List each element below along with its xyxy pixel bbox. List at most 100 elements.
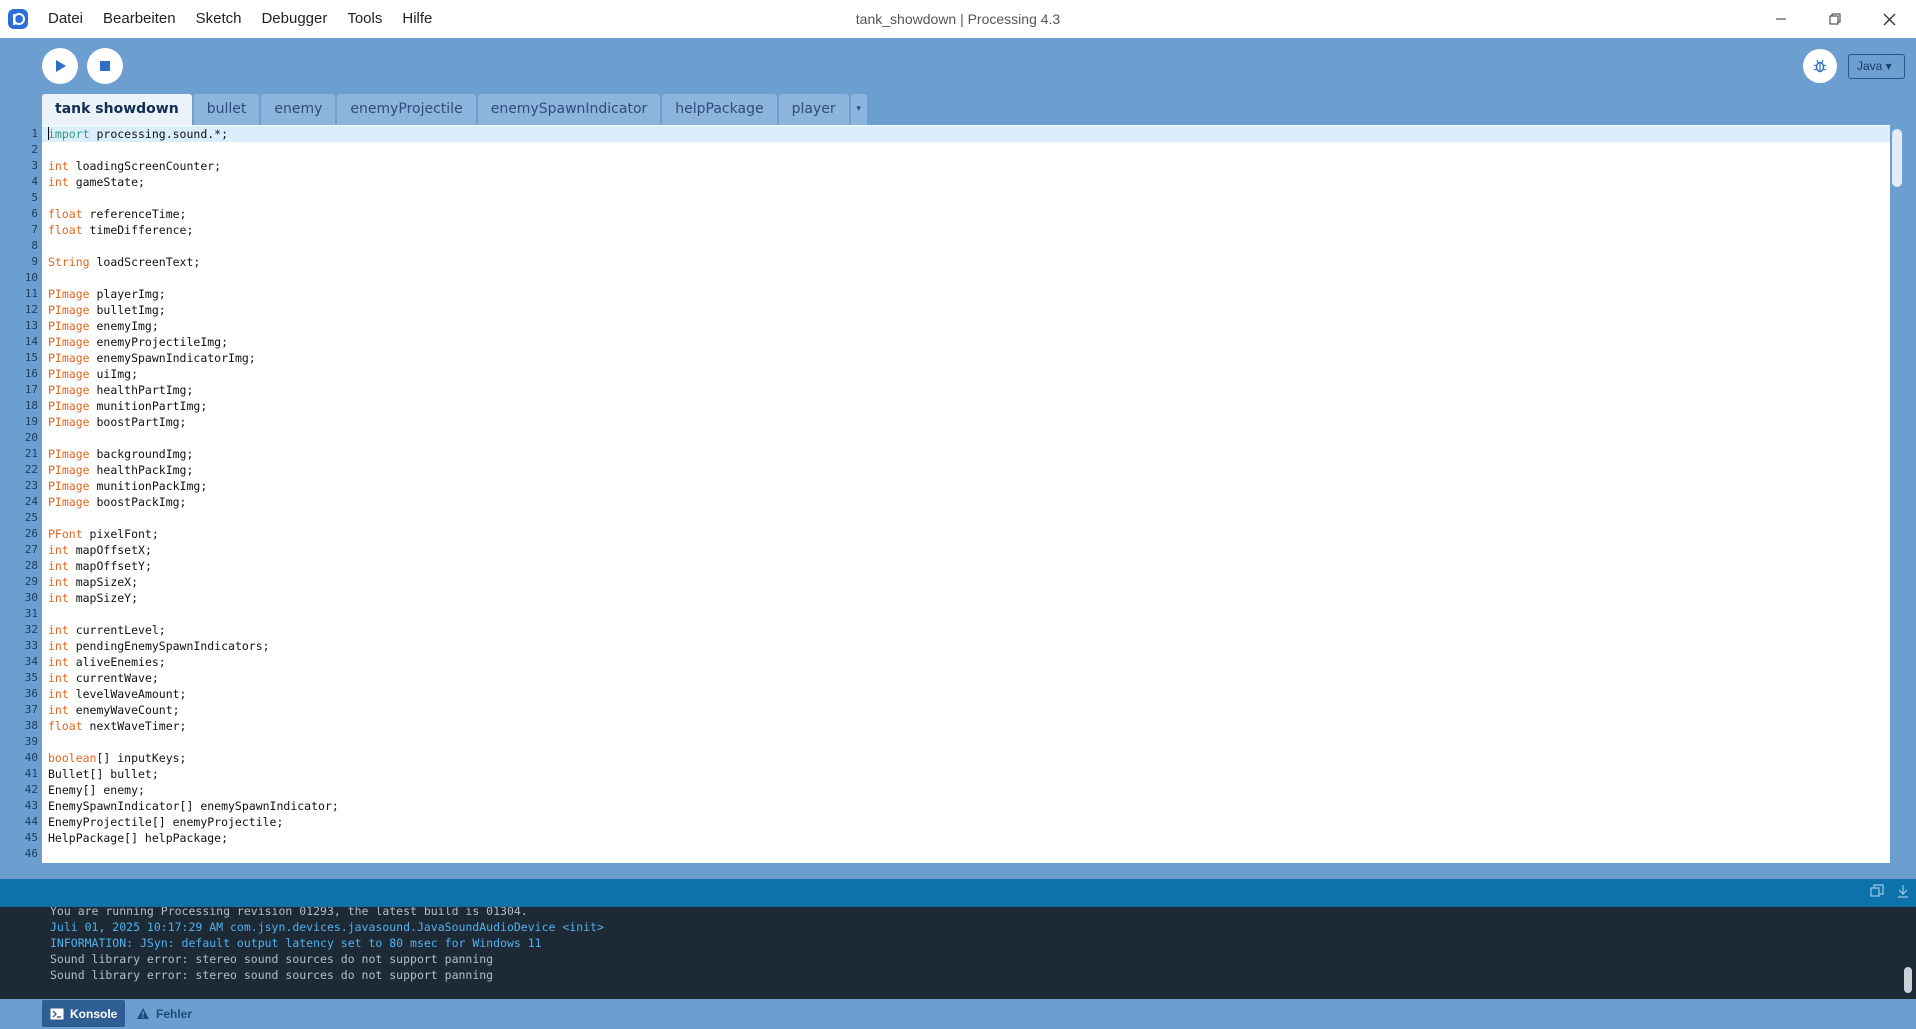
menu-debugger[interactable]: Debugger bbox=[251, 0, 337, 38]
menu-hilfe[interactable]: Hilfe bbox=[392, 0, 442, 38]
restore-button[interactable] bbox=[1808, 0, 1862, 38]
code-token: currentLevel; bbox=[68, 623, 166, 637]
code-line[interactable]: PImage munitionPackImg; bbox=[48, 478, 1890, 494]
code-line[interactable] bbox=[48, 734, 1890, 750]
stop-button[interactable] bbox=[87, 48, 123, 84]
minimize-button[interactable] bbox=[1754, 0, 1808, 38]
code-line[interactable]: int levelWaveAmount; bbox=[48, 686, 1890, 702]
keyword-token: int bbox=[48, 575, 69, 589]
tab-enemy-projectile[interactable]: enemyProjectile bbox=[337, 94, 476, 125]
console-line: Sound library error: stereo sound source… bbox=[50, 968, 494, 982]
code-token: enemySpawnIndicatorImg; bbox=[89, 351, 256, 365]
close-button[interactable] bbox=[1862, 0, 1916, 38]
code-line[interactable] bbox=[48, 270, 1890, 286]
code-line[interactable]: int currentLevel; bbox=[48, 622, 1890, 638]
debugger-button[interactable] bbox=[1803, 49, 1837, 83]
menu-sketch[interactable]: Sketch bbox=[186, 0, 252, 38]
console-scrollbar-thumb[interactable] bbox=[1904, 967, 1912, 993]
keyword-token: PImage bbox=[48, 303, 90, 317]
code-line[interactable]: int loadingScreenCounter; bbox=[48, 158, 1890, 174]
code-line[interactable]: import processing.sound.*; bbox=[42, 126, 1890, 142]
code-line[interactable]: int currentWave; bbox=[48, 670, 1890, 686]
code-line[interactable]: int mapOffsetX; bbox=[48, 542, 1890, 558]
code-line[interactable]: int gameState; bbox=[48, 174, 1890, 190]
code-line[interactable]: PImage enemyProjectileImg; bbox=[48, 334, 1890, 350]
code-line[interactable] bbox=[48, 190, 1890, 206]
code-line[interactable]: PImage playerImg; bbox=[48, 286, 1890, 302]
console-header bbox=[0, 879, 1916, 907]
code-line[interactable]: PImage enemyImg; bbox=[48, 318, 1890, 334]
code-token: mapOffsetX; bbox=[68, 543, 152, 557]
code-token: levelWaveAmount; bbox=[68, 687, 187, 701]
tab-errors[interactable]: Fehler bbox=[128, 1000, 200, 1027]
code-line[interactable]: HelpPackage[] helpPackage; bbox=[48, 830, 1890, 846]
tab-enemy[interactable]: enemy bbox=[261, 94, 336, 125]
code-token: loadScreenText; bbox=[89, 255, 201, 269]
tab-console[interactable]: Konsole bbox=[42, 1000, 126, 1027]
code-line[interactable] bbox=[48, 510, 1890, 526]
code-line[interactable]: int pendingEnemySpawnIndicators; bbox=[48, 638, 1890, 654]
code-line[interactable]: PImage munitionPartImg; bbox=[48, 398, 1890, 414]
line-number: 6 bbox=[31, 207, 38, 220]
mode-selector[interactable]: Java ▾ bbox=[1848, 54, 1905, 79]
keyword-token: PImage bbox=[48, 383, 90, 397]
tab-help-package[interactable]: helpPackage bbox=[662, 94, 777, 125]
code-line[interactable] bbox=[48, 430, 1890, 446]
code-token: boostPartImg; bbox=[89, 415, 187, 429]
keyword-token: int bbox=[48, 543, 69, 557]
editor-scrollbar-thumb[interactable] bbox=[1892, 129, 1902, 187]
editor-scrollbar-track[interactable] bbox=[1890, 125, 1916, 863]
keyword-token: int bbox=[48, 175, 69, 189]
code-line[interactable]: float referenceTime; bbox=[48, 206, 1890, 222]
code-line[interactable]: PImage uiImg; bbox=[48, 366, 1890, 382]
code-line[interactable]: Enemy[] enemy; bbox=[48, 782, 1890, 798]
keyword-token: PImage bbox=[48, 335, 90, 349]
code-line[interactable]: int aliveEnemies; bbox=[48, 654, 1890, 670]
code-line[interactable]: PImage healthPackImg; bbox=[48, 462, 1890, 478]
code-line[interactable]: PFont pixelFont; bbox=[48, 526, 1890, 542]
menu-tools[interactable]: Tools bbox=[337, 0, 392, 38]
tab-bullet[interactable]: bullet bbox=[193, 94, 260, 125]
keyword-token: float bbox=[48, 223, 83, 237]
tab-menu-chevron-down-icon[interactable]: ▾ bbox=[850, 94, 867, 125]
code-token: HelpPackage[] helpPackage; bbox=[48, 831, 229, 845]
keyword-token: int bbox=[48, 639, 69, 653]
code-line[interactable]: PImage bulletImg; bbox=[48, 302, 1890, 318]
code-line[interactable]: PImage enemySpawnIndicatorImg; bbox=[48, 350, 1890, 366]
code-line[interactable]: PImage boostPartImg; bbox=[48, 414, 1890, 430]
tab-player[interactable]: player bbox=[778, 94, 849, 125]
code-token: healthPackImg; bbox=[89, 463, 194, 477]
code-line[interactable] bbox=[48, 238, 1890, 254]
code-line[interactable] bbox=[48, 142, 1890, 158]
code-line[interactable]: Bullet[] bullet; bbox=[48, 766, 1890, 782]
code-line[interactable]: int mapSizeY; bbox=[48, 590, 1890, 606]
code-line[interactable]: float nextWaveTimer; bbox=[48, 718, 1890, 734]
code-line[interactable]: PImage healthPartImg; bbox=[48, 382, 1890, 398]
code-line[interactable]: EnemyProjectile[] enemyProjectile; bbox=[48, 814, 1890, 830]
code-line[interactable]: int enemyWaveCount; bbox=[48, 702, 1890, 718]
copy-icon[interactable] bbox=[1870, 884, 1884, 898]
line-number: 32 bbox=[24, 623, 38, 636]
run-button[interactable] bbox=[42, 48, 78, 84]
code-line[interactable]: int mapOffsetY; bbox=[48, 558, 1890, 574]
keyword-token: int bbox=[48, 671, 69, 685]
line-number: 27 bbox=[24, 543, 38, 556]
line-number: 1 bbox=[31, 127, 38, 140]
code-line[interactable]: int mapSizeX; bbox=[48, 574, 1890, 590]
code-token: EnemySpawnIndicator[] enemySpawnIndicato… bbox=[48, 799, 339, 813]
code-line[interactable] bbox=[48, 606, 1890, 622]
code-line[interactable]: PImage backgroundImg; bbox=[48, 446, 1890, 462]
menu-bearbeiten[interactable]: Bearbeiten bbox=[93, 0, 186, 38]
code-line[interactable]: boolean[] inputKeys; bbox=[48, 750, 1890, 766]
tab-enemy-spawn-indicator[interactable]: enemySpawnIndicator bbox=[477, 94, 661, 125]
code-text-area[interactable]: import processing.sound.*; int loadingScr… bbox=[42, 125, 1890, 863]
menu-datei[interactable]: Datei bbox=[38, 0, 93, 38]
scroll-to-bottom-icon[interactable] bbox=[1896, 884, 1910, 898]
code-line[interactable]: PImage boostPackImg; bbox=[48, 494, 1890, 510]
code-line[interactable]: String loadScreenText; bbox=[48, 254, 1890, 270]
code-line[interactable]: EnemySpawnIndicator[] enemySpawnIndicato… bbox=[48, 798, 1890, 814]
code-line[interactable]: float timeDifference; bbox=[48, 222, 1890, 238]
console-output: You are running Processing revision 0129… bbox=[0, 907, 1916, 999]
tab-tank-showdown[interactable]: tank showdown bbox=[42, 94, 192, 125]
code-line[interactable] bbox=[48, 846, 1890, 862]
